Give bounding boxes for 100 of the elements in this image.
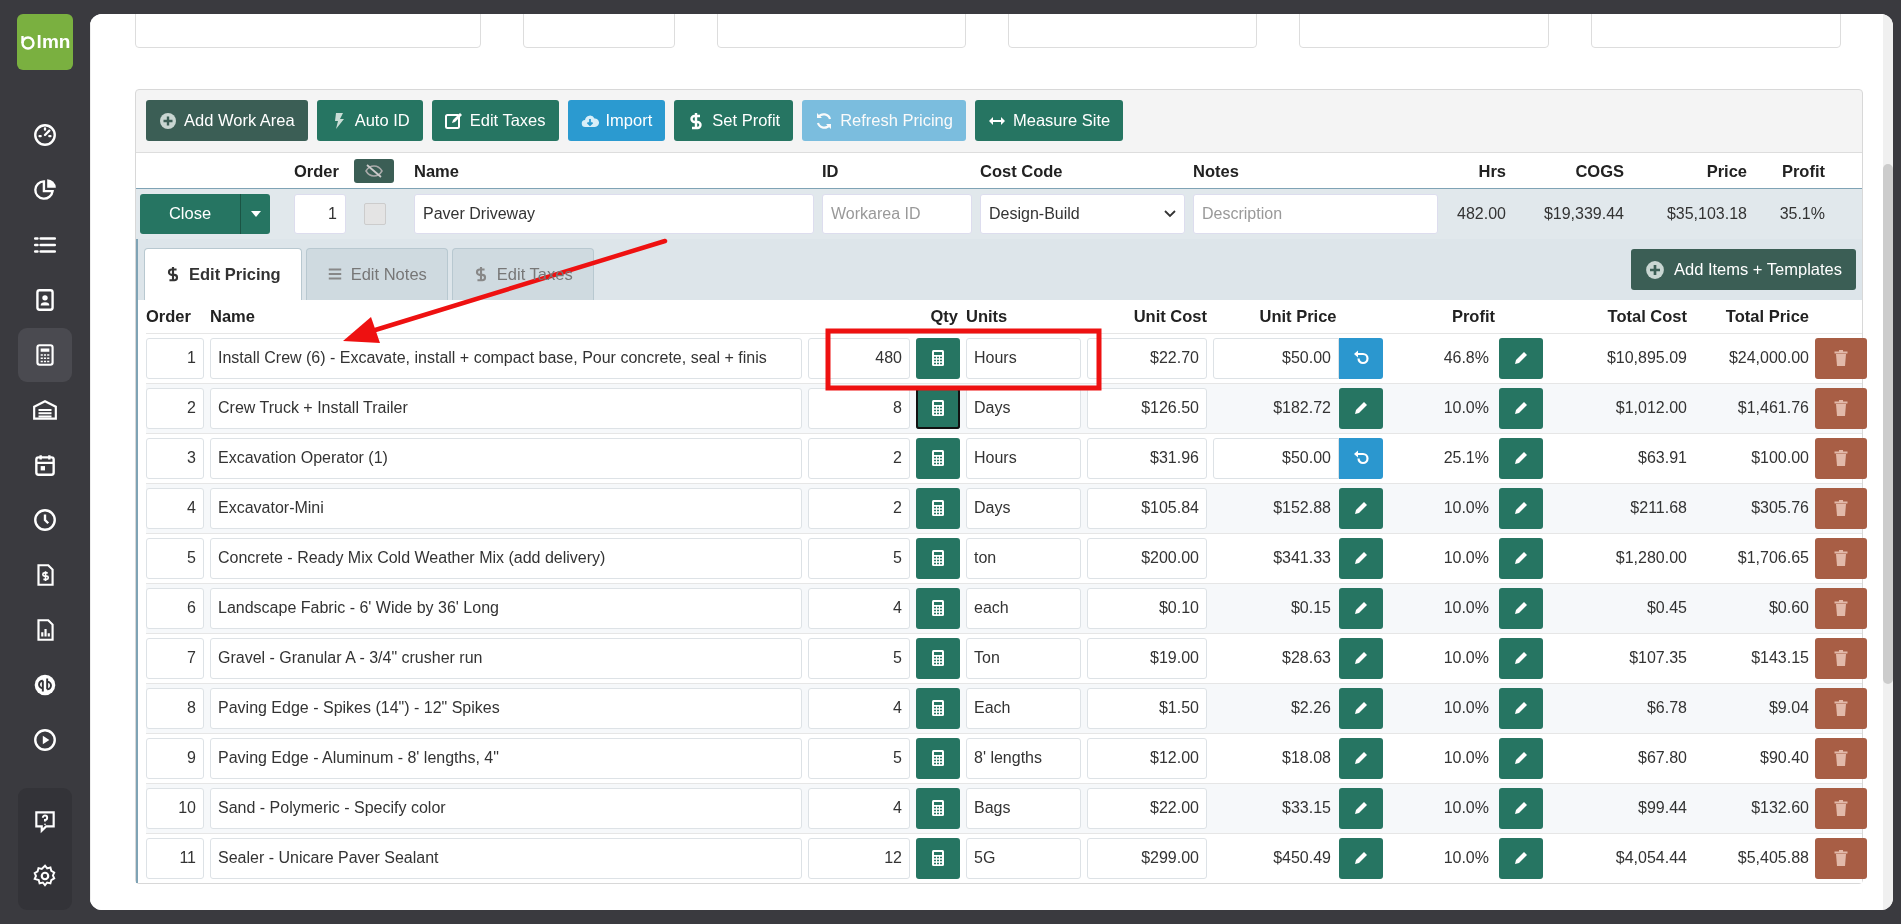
- name-field[interactable]: Paver Driveway: [414, 193, 814, 234]
- order-field[interactable]: 8: [146, 687, 204, 729]
- edit-profit-button[interactable]: [1499, 687, 1543, 729]
- edit-profit-button[interactable]: [1499, 387, 1543, 429]
- unit-cost-field[interactable]: $299.00: [1087, 837, 1207, 879]
- qty-field[interactable]: 4: [808, 787, 910, 829]
- units-field[interactable]: Hours: [966, 337, 1081, 379]
- delete-button[interactable]: [1815, 737, 1867, 779]
- delete-button[interactable]: [1815, 487, 1867, 529]
- unit-price-field[interactable]: $50.00: [1213, 437, 1339, 479]
- checkbox[interactable]: [364, 202, 386, 225]
- delete-button[interactable]: [1815, 387, 1867, 429]
- unit-cost-field[interactable]: $1.50: [1087, 687, 1207, 729]
- item-name-field[interactable]: Install Crew (6) - Excavate, install + compact base, Pour concrete, seal + finis: [210, 337, 802, 379]
- revert-button[interactable]: [1339, 337, 1383, 379]
- item-name-field[interactable]: Concrete - Ready Mix Cold Weather Mix (add delivery): [210, 537, 802, 579]
- unit-cost-field[interactable]: $22.70: [1087, 337, 1207, 379]
- delete-button[interactable]: [1815, 337, 1867, 379]
- unit-cost-field[interactable]: $200.00: [1087, 537, 1207, 579]
- qty-field[interactable]: 480: [808, 337, 910, 379]
- item-name-field[interactable]: Paving Edge - Aluminum - 8' lengths, 4": [210, 737, 802, 779]
- qty-field[interactable]: 5: [808, 537, 910, 579]
- units-field[interactable]: Each: [966, 687, 1081, 729]
- tab[interactable]: Edit Pricing: [144, 247, 302, 300]
- units-field[interactable]: Hours: [966, 437, 1081, 479]
- edit-price-button[interactable]: [1339, 837, 1383, 879]
- edit-profit-button[interactable]: [1499, 637, 1543, 679]
- qty-field[interactable]: 5: [808, 737, 910, 779]
- qty-field[interactable]: 2: [808, 437, 910, 479]
- units-field[interactable]: Ton: [966, 637, 1081, 679]
- item-name-field[interactable]: Crew Truck + Install Trailer: [210, 387, 802, 429]
- unit-cost-field[interactable]: $105.84: [1087, 487, 1207, 529]
- unit-price-field[interactable]: $50.00: [1213, 337, 1339, 379]
- order-field[interactable]: 7: [146, 637, 204, 679]
- toolbar-button[interactable]: Measure Site: [974, 100, 1124, 141]
- order-field[interactable]: 9: [146, 737, 204, 779]
- visibility-toggle-button[interactable]: [354, 159, 394, 184]
- units-field[interactable]: Bags: [966, 787, 1081, 829]
- edit-profit-button[interactable]: [1499, 837, 1543, 879]
- edit-profit-button[interactable]: [1499, 337, 1543, 379]
- toolbar-button[interactable]: Auto ID: [316, 100, 423, 141]
- edit-profit-button[interactable]: [1499, 487, 1543, 529]
- item-name-field[interactable]: Landscape Fabric - 6' Wide by 36' Long: [210, 587, 802, 629]
- edit-price-button[interactable]: [1339, 787, 1383, 829]
- edit-profit-button[interactable]: [1499, 537, 1543, 579]
- edit-profit-button[interactable]: [1499, 437, 1543, 479]
- revert-button[interactable]: [1339, 437, 1383, 479]
- item-name-field[interactable]: Excavator-Mini: [210, 487, 802, 529]
- order-field[interactable]: 2: [146, 387, 204, 429]
- add-items-button[interactable]: Add Items + Templates: [1631, 249, 1856, 291]
- edit-price-button[interactable]: [1339, 587, 1383, 629]
- qty-field[interactable]: 2: [808, 487, 910, 529]
- unit-cost-field[interactable]: $0.10: [1087, 587, 1207, 629]
- delete-button[interactable]: [1815, 537, 1867, 579]
- delete-button[interactable]: [1815, 787, 1867, 829]
- order-field[interactable]: 4: [146, 487, 204, 529]
- scrollbar-thumb[interactable]: [1883, 164, 1893, 684]
- toolbar-button[interactable]: Set Profit: [674, 100, 794, 141]
- qty-field[interactable]: 4: [808, 587, 910, 629]
- order-field[interactable]: 10: [146, 787, 204, 829]
- dropdown-toggle-button[interactable]: [240, 193, 270, 234]
- edit-profit-button[interactable]: [1499, 737, 1543, 779]
- item-name-field[interactable]: Sand - Polymeric - Specify color: [210, 787, 802, 829]
- edit-profit-button[interactable]: [1499, 787, 1543, 829]
- edit-price-button[interactable]: [1339, 537, 1383, 579]
- delete-button[interactable]: [1815, 587, 1867, 629]
- order-field[interactable]: 11: [146, 837, 204, 879]
- unit-cost-field[interactable]: $12.00: [1087, 737, 1207, 779]
- edit-price-button[interactable]: [1339, 387, 1383, 429]
- edit-price-button[interactable]: [1339, 637, 1383, 679]
- qty-field[interactable]: 5: [808, 637, 910, 679]
- units-field[interactable]: each: [966, 587, 1081, 629]
- order-field[interactable]: 6: [146, 587, 204, 629]
- order-field[interactable]: 1: [294, 193, 346, 234]
- toolbar-button[interactable]: Edit Taxes: [431, 100, 559, 141]
- item-name-field[interactable]: Sealer - Unicare Paver Sealant: [210, 837, 802, 879]
- units-field[interactable]: 8' lengths: [966, 737, 1081, 779]
- units-field[interactable]: 5G: [966, 837, 1081, 879]
- edit-price-button[interactable]: [1339, 487, 1383, 529]
- unit-cost-field[interactable]: $19.00: [1087, 637, 1207, 679]
- calculator-nav-item[interactable]: [18, 328, 72, 382]
- unit-cost-field[interactable]: $22.00: [1087, 787, 1207, 829]
- units-field[interactable]: Days: [966, 487, 1081, 529]
- order-field[interactable]: 1: [146, 337, 204, 379]
- edit-price-button[interactable]: [1339, 737, 1383, 779]
- qty-field[interactable]: 12: [808, 837, 910, 879]
- item-name-field[interactable]: Gravel - Granular A - 3/4" crusher run: [210, 637, 802, 679]
- close-button[interactable]: Close: [140, 193, 240, 234]
- order-field[interactable]: 5: [146, 537, 204, 579]
- cost-code-select[interactable]: Design-Build: [980, 193, 1185, 234]
- qty-field[interactable]: 8: [808, 387, 910, 429]
- item-name-field[interactable]: Excavation Operator (1): [210, 437, 802, 479]
- delete-button[interactable]: [1815, 437, 1867, 479]
- qty-field[interactable]: 4: [808, 687, 910, 729]
- edit-profit-button[interactable]: [1499, 587, 1543, 629]
- toolbar-button[interactable]: Add Work Area: [146, 100, 308, 141]
- unit-cost-field[interactable]: $31.96: [1087, 437, 1207, 479]
- delete-button[interactable]: [1815, 637, 1867, 679]
- item-name-field[interactable]: Paving Edge - Spikes (14") - 12" Spikes: [210, 687, 802, 729]
- unit-cost-field[interactable]: $126.50: [1087, 387, 1207, 429]
